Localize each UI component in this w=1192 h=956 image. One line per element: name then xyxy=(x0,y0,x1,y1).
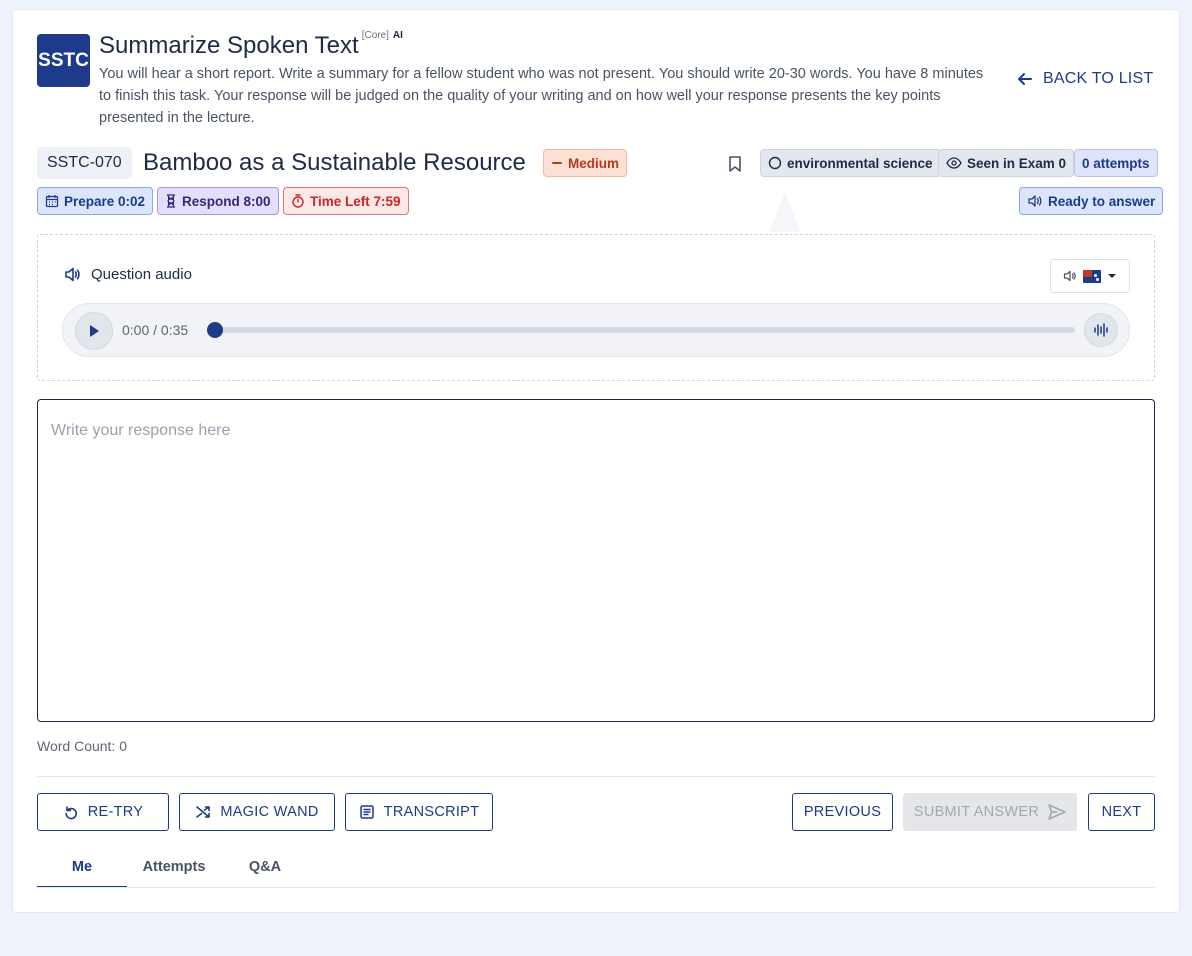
magic-wand-label: MAGIC WAND xyxy=(220,804,319,820)
submit-answer-button[interactable]: SUBMIT ANSWER xyxy=(903,793,1077,831)
chevron-down-icon xyxy=(1107,273,1117,279)
play-button[interactable] xyxy=(75,312,113,350)
waveform-button[interactable] xyxy=(1084,313,1118,347)
task-description: You will hear a short report. Write a su… xyxy=(99,66,984,126)
send-icon xyxy=(1048,804,1066,820)
audio-time: 0:00 / 0:35 xyxy=(122,322,189,338)
attempts-label: 0 attempts xyxy=(1082,155,1150,171)
question-title: Bamboo as a Sustainable Resource xyxy=(143,149,526,176)
audio-player: 0:00 / 0:35 xyxy=(62,303,1130,357)
australia-flag-icon xyxy=(1083,269,1101,283)
tabs-underline xyxy=(37,887,1155,888)
play-icon xyxy=(88,324,100,338)
topic-badge: environmental science xyxy=(760,149,941,177)
ready-status-badge: Ready to answer xyxy=(1019,187,1164,215)
retry-icon xyxy=(63,804,79,820)
speaker-icon xyxy=(64,267,81,282)
accent-select[interactable] xyxy=(1050,259,1130,293)
circle-icon xyxy=(768,156,782,170)
task-title: Summarize Spoken Text [Core] AI xyxy=(99,30,403,60)
ready-status-label: Ready to answer xyxy=(1048,193,1156,209)
back-to-list-label: BACK TO LIST xyxy=(1043,70,1154,87)
attempts-badge: 0 attempts xyxy=(1074,149,1158,177)
task-tag: [Core] xyxy=(361,30,389,41)
stopwatch-icon xyxy=(291,194,305,208)
divider xyxy=(37,776,1155,777)
task-logo-text: SSTC xyxy=(38,49,89,71)
eye-icon xyxy=(946,157,962,169)
next-label: NEXT xyxy=(1101,804,1142,820)
ai-label: AI xyxy=(392,30,403,41)
minus-icon xyxy=(551,157,563,169)
arrow-left-icon xyxy=(1016,70,1034,88)
task-card: SSTC Summarize Spoken Text [Core] AI You w… xyxy=(12,9,1180,913)
audio-seek-thumb[interactable] xyxy=(207,322,223,338)
prepare-timer-label: Prepare 0:02 xyxy=(64,193,146,209)
seen-in-exam-badge: Seen in Exam 0 xyxy=(938,149,1075,177)
question-audio-label: Question audio xyxy=(64,266,192,283)
previous-button[interactable]: PREVIOUS xyxy=(792,793,893,831)
retry-label: RE-TRY xyxy=(87,804,144,820)
question-audio-text: Question audio xyxy=(91,266,192,283)
shuffle-icon xyxy=(195,804,211,820)
difficulty-badge: Medium xyxy=(543,149,628,177)
difficulty-label: Medium xyxy=(568,155,620,171)
tooltip-caret xyxy=(769,192,801,232)
speaker-icon xyxy=(1027,194,1043,208)
hourglass-icon xyxy=(165,194,177,208)
time-left-label: Time Left 7:59 xyxy=(310,193,401,209)
transcript-label: TRANSCRIPT xyxy=(383,804,480,820)
prepare-timer-badge: Prepare 0:02 xyxy=(37,187,154,215)
word-count: Word Count: 0 xyxy=(37,738,128,754)
back-to-list-link[interactable]: BACK TO LIST xyxy=(1016,70,1153,88)
submit-answer-label: SUBMIT ANSWER xyxy=(913,804,1040,820)
transcript-button[interactable]: TRANSCRIPT xyxy=(345,793,493,831)
tab-attempts[interactable]: Attempts xyxy=(127,854,221,888)
retry-button[interactable]: RE-TRY xyxy=(37,793,169,831)
next-button[interactable]: NEXT xyxy=(1088,793,1155,831)
calendar-icon xyxy=(45,194,59,208)
response-textarea[interactable] xyxy=(37,399,1155,722)
magic-wand-button[interactable]: MAGIC WAND xyxy=(179,793,335,831)
bookmark-icon[interactable] xyxy=(727,155,743,173)
time-left-badge: Time Left 7:59 xyxy=(283,187,409,215)
question-id: SSTC-070 xyxy=(37,147,132,179)
previous-label: PREVIOUS xyxy=(803,804,882,820)
speaker-icon xyxy=(1063,270,1077,282)
seen-in-exam-label: Seen in Exam 0 xyxy=(967,155,1067,171)
waveform-icon xyxy=(1093,322,1109,338)
document-icon xyxy=(359,804,375,820)
task-title-text: Summarize Spoken Text xyxy=(99,32,359,59)
task-logo: SSTC xyxy=(37,34,90,87)
audio-seek-bar[interactable] xyxy=(209,327,1075,333)
respond-timer-badge: Respond 8:00 xyxy=(157,187,279,215)
topic-label: environmental science xyxy=(787,155,933,171)
tab-me[interactable]: Me xyxy=(37,854,127,888)
tab-qa[interactable]: Q&A xyxy=(221,854,309,888)
respond-timer-label: Respond 8:00 xyxy=(182,193,271,209)
question-audio-panel: Question audio 0:00 / 0:35 xyxy=(37,234,1155,381)
